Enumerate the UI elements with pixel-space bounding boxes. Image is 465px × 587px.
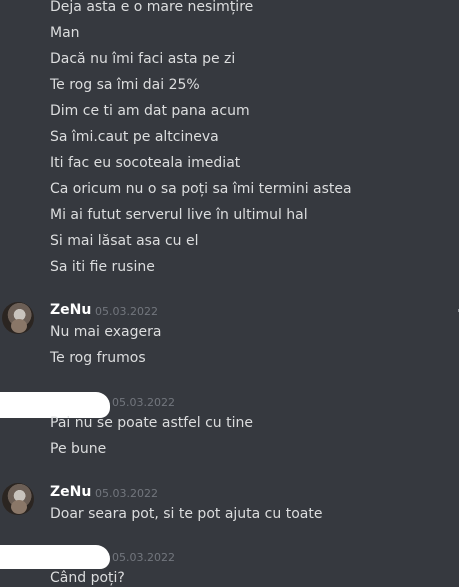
message-text: Dim ce ti am dat pana acum — [50, 103, 250, 119]
message-text: Si mai lăsat asa cu el — [50, 233, 199, 249]
message-text: Man — [50, 25, 80, 41]
message-text: Ca oricum nu o sa poți sa îmi termini as… — [50, 181, 352, 197]
message-timestamp: 05.03.2022 — [112, 396, 175, 409]
message-text: Când poți? — [50, 570, 125, 586]
message-text: Pe bune — [50, 441, 107, 457]
message-text: Nu mai exagera — [50, 324, 162, 340]
message-timestamp: 05.03.2022 — [112, 551, 175, 564]
message-text: Dacă nu îmi faci asta pe zi — [50, 51, 236, 67]
message-text: Deja asta e o mare nesimțire — [50, 0, 254, 15]
message-text: Te rog sa îmi dai 25% — [50, 77, 200, 93]
message-text: Te rog frumos — [50, 350, 146, 366]
message-timestamp: 05.03.2022 — [95, 487, 158, 500]
avatar[interactable] — [2, 483, 34, 515]
author-name[interactable]: ZeNu — [50, 301, 91, 319]
author-name[interactable]: ZeNu — [50, 483, 91, 501]
message-text: Sa îmi.caut pe altcineva — [50, 129, 219, 145]
redacted-avatar-and-name — [0, 545, 110, 569]
message-text: Doar seara pot, si te pot ajuta cu toate — [50, 506, 323, 522]
message-text: Sa iti fie rusine — [50, 259, 155, 275]
message-text: Mi ai futut serverul live în ultimul hal — [50, 207, 308, 223]
message-text: Pai nu se poate astfel cu tine — [50, 415, 253, 431]
avatar[interactable] — [2, 302, 34, 334]
message-timestamp: 05.03.2022 — [95, 305, 158, 318]
window-edge — [459, 0, 465, 587]
message-text: Iti fac eu socoteala imediat — [50, 155, 241, 171]
